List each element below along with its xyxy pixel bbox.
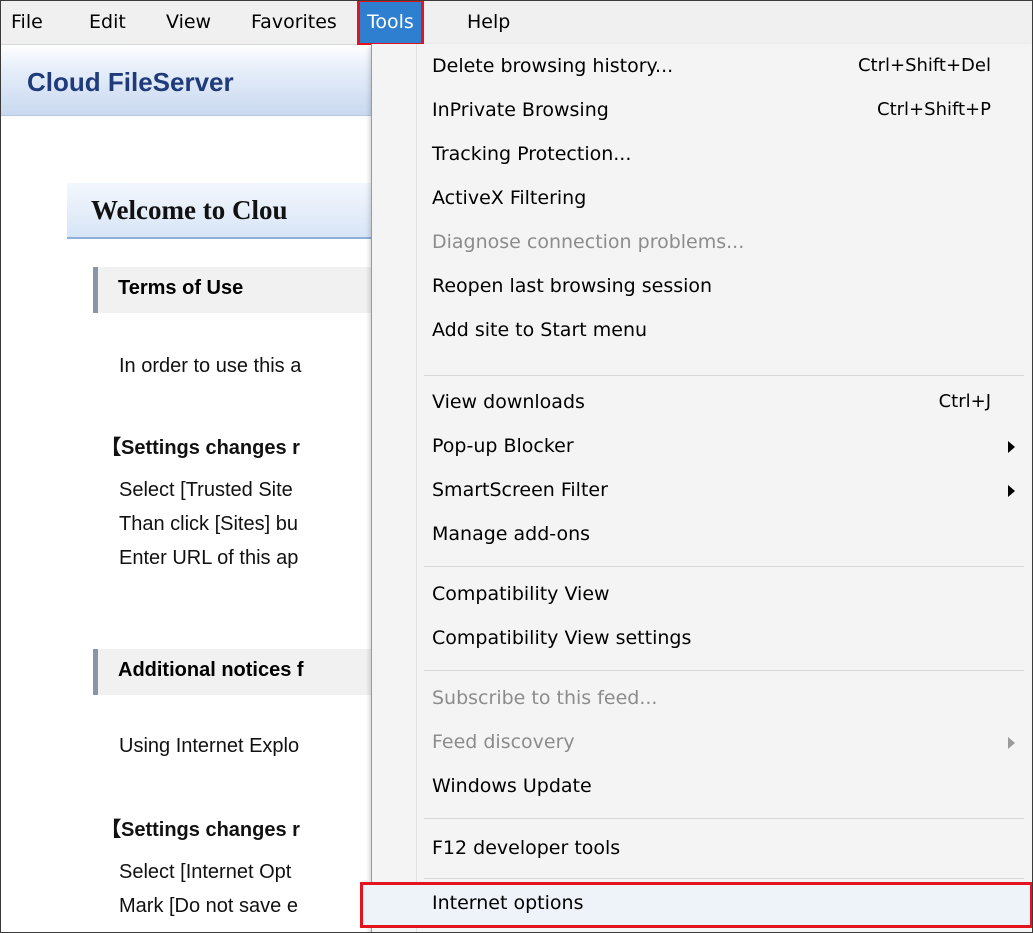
menu-item-view-downloads[interactable]: View downloads Ctrl+J <box>372 382 1032 426</box>
menu-separator <box>424 375 1024 376</box>
menu-item-delete-browsing-history[interactable]: Delete browsing history... Ctrl+Shift+De… <box>372 46 1032 90</box>
menu-item-label: Compatibility View <box>432 583 610 605</box>
submenu-arrow-icon <box>1008 737 1015 749</box>
menu-item-smartscreen-filter[interactable]: SmartScreen Filter <box>372 470 1032 514</box>
menu-item-f12-developer-tools[interactable]: F12 developer tools <box>372 828 1032 872</box>
menu-item-label: InPrivate Browsing <box>432 99 609 121</box>
body-line: Enter URL of this ap <box>119 547 299 569</box>
menu-item-activex-filtering[interactable]: ActiveX Filtering <box>372 178 1032 222</box>
menu-item-compatibility-view-settings[interactable]: Compatibility View settings <box>372 618 1032 662</box>
menu-item-label: ActiveX Filtering <box>432 187 587 209</box>
menu-item-add-site-start-menu[interactable]: Add site to Start menu <box>372 310 1032 354</box>
menu-item-shortcut: Ctrl+Shift+Del <box>857 55 991 76</box>
menu-item-popup-blocker[interactable]: Pop-up Blocker <box>372 426 1032 470</box>
body-line: Than click [Sites] bu <box>119 513 298 535</box>
menu-item-label: Reopen last browsing session <box>432 275 713 297</box>
section-additional-notices: Additional notices f <box>93 649 398 695</box>
body-line: 【Settings changes r <box>101 819 300 841</box>
section-terms-of-use: Terms of Use <box>93 267 398 313</box>
welcome-header: Welcome to Clou <box>67 183 397 239</box>
menu-item-label: View downloads <box>432 391 585 413</box>
body-line: In order to use this a <box>119 355 302 377</box>
menu-item-label: Pop-up Blocker <box>432 435 574 457</box>
menu-item-label: Internet options <box>432 892 584 914</box>
menu-separator <box>424 566 1024 567</box>
body-line: Using Internet Explo <box>119 735 300 757</box>
tools-menu: Delete browsing history... Ctrl+Shift+De… <box>360 44 1032 932</box>
menu-item-label: Diagnose connection problems... <box>432 231 745 253</box>
menu-item-label: Add site to Start menu <box>432 319 648 341</box>
menu-item-inprivate-browsing[interactable]: InPrivate Browsing Ctrl+Shift+P <box>372 90 1032 134</box>
menu-bar: File Edit View Favorites Tools Help <box>1 1 1032 46</box>
menu-help[interactable]: Help <box>467 1 510 44</box>
menu-separator <box>424 670 1024 671</box>
submenu-arrow-icon <box>1008 441 1015 453</box>
menu-item-shortcut: Ctrl+Shift+P <box>877 99 991 120</box>
body-line: Mark [Do not save e <box>119 895 298 917</box>
menu-tools[interactable]: Tools <box>357 1 424 46</box>
menu-item-label: Feed discovery <box>432 731 575 753</box>
menu-item-subscribe-feed: Subscribe to this feed... <box>372 678 1032 722</box>
menu-item-label: Delete browsing history... <box>432 55 674 77</box>
menu-item-label: F12 developer tools <box>432 837 621 859</box>
menu-edit[interactable]: Edit <box>89 1 126 44</box>
menu-item-windows-update[interactable]: Windows Update <box>372 766 1032 810</box>
app-title: Cloud FileServer <box>27 67 234 97</box>
menu-separator <box>424 818 1024 819</box>
menu-file[interactable]: File <box>11 1 43 44</box>
menu-separator <box>424 878 1024 879</box>
welcome-title: Welcome to Clou <box>91 195 288 225</box>
body-line: 【Settings changes r <box>101 437 300 459</box>
menu-favorites[interactable]: Favorites <box>251 1 337 44</box>
section-heading: Additional notices f <box>118 659 304 681</box>
menu-item-manage-addons[interactable]: Manage add-ons <box>372 514 1032 558</box>
menu-item-diagnose-connection: Diagnose connection problems... <box>372 222 1032 266</box>
menu-item-label: SmartScreen Filter <box>432 479 608 501</box>
menu-item-feed-discovery: Feed discovery <box>372 722 1032 766</box>
menu-item-compatibility-view[interactable]: Compatibility View <box>372 574 1032 618</box>
menu-item-label: Windows Update <box>432 775 592 797</box>
menu-item-shortcut: Ctrl+J <box>938 391 991 412</box>
menu-item-reopen-last-session[interactable]: Reopen last browsing session <box>372 266 1032 310</box>
menu-item-label: Subscribe to this feed... <box>432 687 658 709</box>
menu-view[interactable]: View <box>166 1 211 44</box>
section-heading: Terms of Use <box>118 277 244 299</box>
menu-item-label: Manage add-ons <box>432 523 591 545</box>
submenu-arrow-icon <box>1008 485 1015 497</box>
menu-item-label: Tracking Protection... <box>432 143 632 165</box>
menu-item-internet-options[interactable]: Internet options <box>360 882 1032 928</box>
body-line: Select [Trusted Site <box>119 479 293 501</box>
body-line: Select [Internet Opt <box>119 861 292 883</box>
menu-item-tracking-protection[interactable]: Tracking Protection... <box>372 134 1032 178</box>
menu-item-label: Compatibility View settings <box>432 627 692 649</box>
browser-window: File Edit View Favorites Tools Help Clou… <box>0 0 1033 933</box>
